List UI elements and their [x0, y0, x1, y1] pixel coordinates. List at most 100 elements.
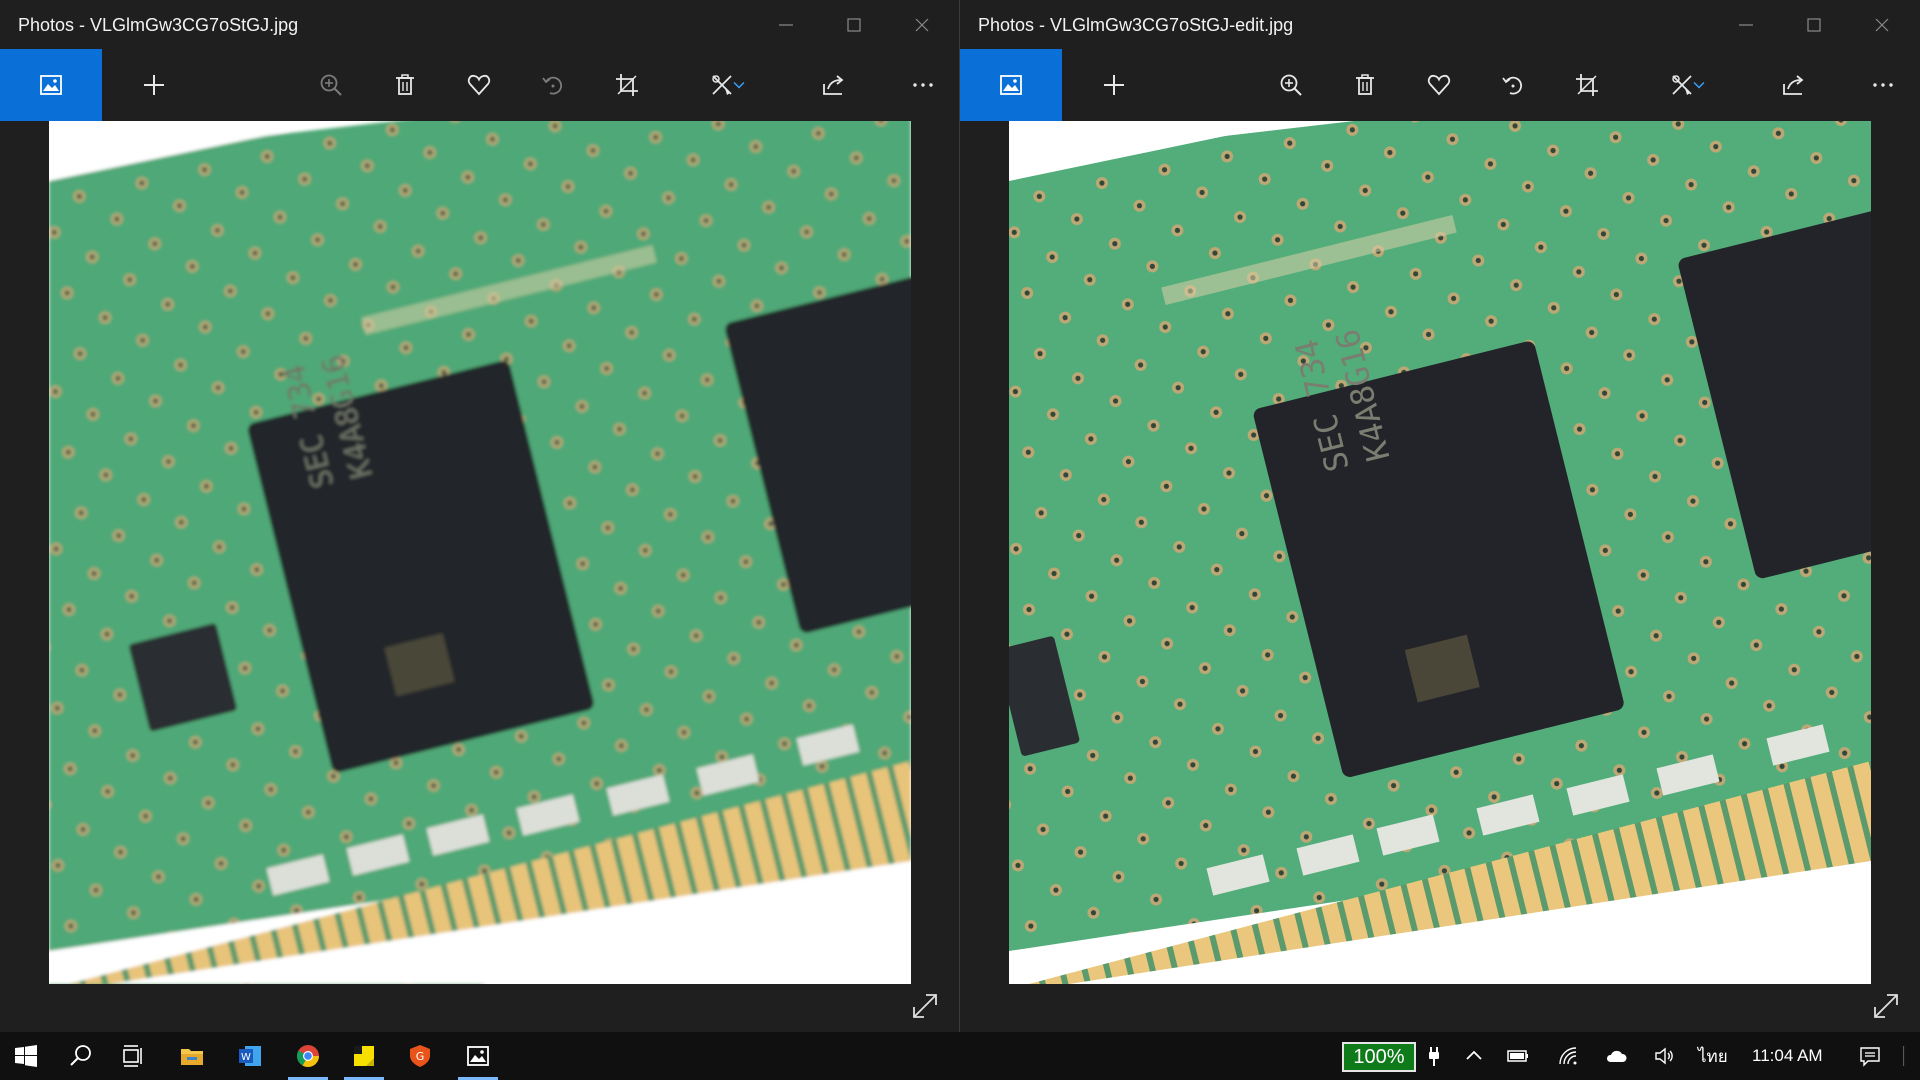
battery-button[interactable]: [1498, 1032, 1538, 1080]
rotate-icon: [542, 76, 563, 95]
cloud-icon: [1606, 1050, 1627, 1062]
zoom-in-icon: [1280, 74, 1302, 96]
share-button[interactable]: [1764, 49, 1824, 121]
heart-icon: [1427, 74, 1451, 96]
window-title: Photos - VLGlmGw3CG7oStGJ-edit.jpg: [978, 15, 1294, 35]
delete-button[interactable]: [375, 49, 435, 121]
clock[interactable]: 11:04 AM: [1752, 1032, 1823, 1080]
maximize-icon: [847, 17, 861, 32]
title-bar[interactable]: Photos - VLGlmGw3CG7oStGJ.jpg: [0, 0, 959, 49]
plus-icon: [144, 75, 164, 95]
zoom-button[interactable]: [1261, 49, 1321, 121]
word-button[interactable]: W: [224, 1032, 276, 1080]
zoom-in-icon: [320, 74, 342, 96]
add-to-button[interactable]: [124, 49, 184, 121]
see-all-photos-button[interactable]: [960, 49, 1062, 121]
network-button[interactable]: [1548, 1032, 1588, 1080]
maximize-icon: [1807, 17, 1821, 32]
battery-icon: [1507, 1050, 1528, 1062]
show-hidden-icons-button[interactable]: [1454, 1032, 1494, 1080]
pcb-photo-graphic: SEC 734 K4A8G16: [49, 121, 911, 984]
more-icon: [913, 83, 933, 87]
notification-icon: [1860, 1047, 1880, 1067]
photo-ram-module: SEC 734 K4A8G16: [49, 121, 911, 984]
add-to-button[interactable]: [1084, 49, 1144, 121]
crop-button[interactable]: [597, 49, 657, 121]
sticky-notes-icon: [354, 1046, 374, 1066]
shield-g-icon: G: [410, 1045, 430, 1067]
minimize-button[interactable]: [1712, 0, 1780, 49]
plus-icon: [1104, 75, 1124, 95]
minimize-icon: [779, 23, 793, 26]
see-all-photos-button[interactable]: [0, 49, 102, 121]
heart-icon: [467, 74, 491, 96]
crop-button[interactable]: [1557, 49, 1617, 121]
sticky-notes-button[interactable]: [338, 1032, 390, 1080]
more-button[interactable]: [1853, 49, 1913, 121]
crop-icon: [616, 74, 638, 96]
pcb-photo-graphic: SEC 734 K4A8G16: [1009, 121, 1871, 984]
battery-percentage-badge[interactable]: 100%: [1342, 1042, 1416, 1072]
rotate-button[interactable]: [523, 49, 583, 121]
rotate-icon: [1502, 76, 1523, 95]
crop-icon: [1576, 74, 1598, 96]
file-explorer-button[interactable]: [166, 1032, 218, 1080]
image-viewer[interactable]: SEC 734 K4A8G16: [0, 121, 959, 1032]
chrome-icon: [297, 1045, 319, 1067]
trash-icon: [396, 74, 414, 95]
browser-g-button[interactable]: G: [394, 1032, 446, 1080]
favorite-button[interactable]: [449, 49, 509, 121]
edit-dropdown-button[interactable]: [725, 49, 753, 121]
expand-icon: [913, 994, 937, 1018]
start-button[interactable]: [0, 1032, 52, 1080]
photo-ram-module-edited: SEC 734 K4A8G16: [1009, 121, 1871, 984]
zoom-button[interactable]: [301, 49, 361, 121]
image-viewer[interactable]: SEC 734 K4A8G16: [960, 121, 1920, 1032]
rotate-button[interactable]: [1483, 49, 1543, 121]
minimize-button[interactable]: [752, 0, 820, 49]
more-icon: [1873, 83, 1893, 87]
photos-icon: [40, 75, 62, 95]
close-icon: [1875, 18, 1889, 31]
maximize-button[interactable]: [820, 0, 888, 49]
folder-icon: [181, 1049, 203, 1065]
onedrive-button[interactable]: [1596, 1032, 1636, 1080]
photos-window-original: Photos - VLGlmGw3CG7oStGJ.jpg SEC 734 K4…: [0, 0, 960, 1032]
search-icon: [70, 1045, 91, 1066]
photos-icon: [1000, 75, 1022, 95]
window-title: Photos - VLGlmGw3CG7oStGJ.jpg: [18, 15, 299, 35]
title-bar[interactable]: Photos - VLGlmGw3CG7oStGJ-edit.jpg: [960, 0, 1920, 49]
full-screen-button[interactable]: [905, 986, 945, 1026]
delete-button[interactable]: [1335, 49, 1395, 121]
edit-dropdown-button[interactable]: [1685, 49, 1713, 121]
windows-logo-icon: [15, 1045, 37, 1067]
svg-text:G: G: [416, 1050, 425, 1063]
chevron-down-icon: [1693, 82, 1705, 89]
show-desktop-button[interactable]: [1900, 1032, 1920, 1080]
photos-window-edited: Photos - VLGlmGw3CG7oStGJ-edit.jpg SEC 7…: [960, 0, 1920, 1032]
favorite-button[interactable]: [1409, 49, 1469, 121]
full-screen-button[interactable]: [1866, 986, 1906, 1026]
share-icon: [1783, 75, 1804, 95]
notifications-button[interactable]: [1850, 1032, 1890, 1080]
close-button[interactable]: [1848, 0, 1916, 49]
photo-toolbar: [0, 49, 959, 121]
photos-app-button[interactable]: [452, 1032, 504, 1080]
search-button[interactable]: [55, 1032, 107, 1080]
chrome-button[interactable]: [282, 1032, 334, 1080]
wifi-icon: [1559, 1047, 1577, 1065]
input-language-indicator[interactable]: ไทย: [1698, 1032, 1728, 1080]
task-view-button[interactable]: [108, 1032, 160, 1080]
maximize-button[interactable]: [1780, 0, 1848, 49]
power-plug-button[interactable]: [1414, 1032, 1454, 1080]
minimize-icon: [1739, 23, 1753, 26]
close-button[interactable]: [888, 0, 956, 49]
close-icon: [915, 18, 929, 31]
svg-text:W: W: [241, 1052, 251, 1063]
chevron-down-icon: [733, 82, 745, 89]
more-button[interactable]: [893, 49, 953, 121]
task-view-icon: [123, 1045, 142, 1067]
share-button[interactable]: [804, 49, 864, 121]
volume-button[interactable]: [1644, 1032, 1684, 1080]
chevron-up-icon: [1466, 1050, 1482, 1060]
